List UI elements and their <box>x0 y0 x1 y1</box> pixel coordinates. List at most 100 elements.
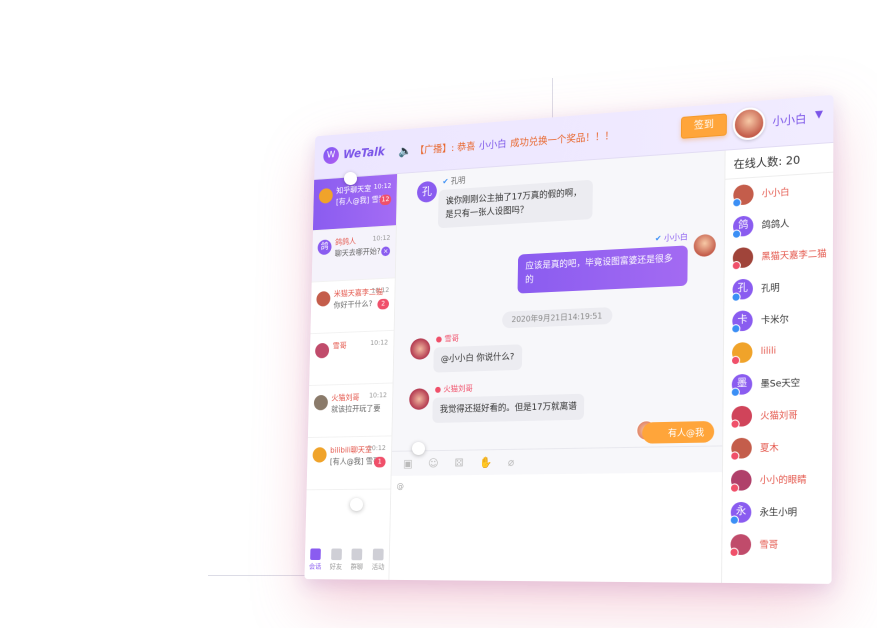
online-user[interactable]: 孔孔明 <box>724 269 832 306</box>
bottom-nav: 会话 好友 群聊 活动 <box>304 541 389 580</box>
my-name[interactable]: 小小白 <box>772 110 806 129</box>
decorative-dot <box>350 498 363 511</box>
conversation-preview: 聊天去哪开始? <box>334 246 381 258</box>
tag-icon: ● <box>435 334 445 344</box>
close-icon[interactable]: × <box>381 246 391 257</box>
conversation-item[interactable]: 米猫天嘉李二猫 你好干什么? 10:12 2 <box>310 278 395 335</box>
gender-icon <box>731 323 741 334</box>
avatar[interactable] <box>693 233 716 258</box>
avatar[interactable] <box>410 337 431 360</box>
avatar[interactable] <box>409 388 430 410</box>
message-bubble: @小小白 你说什么? <box>433 344 522 373</box>
message-row: ✔ 小小白 应该是真的吧，毕竟设图富婆还是很多的 <box>395 229 724 305</box>
nav-icon <box>372 548 384 561</box>
conversation-sidebar: 知乎聊天室 [有人@我] 雪猫：你好~ 10:12 12 鸽鸽鸽人 聊天去哪开始? 10:1… <box>304 173 398 580</box>
nav-item[interactable]: 活动 <box>371 548 385 572</box>
image-icon[interactable]: ▣ <box>402 457 413 470</box>
conversation-item[interactable]: 雪哥 10:12 <box>309 330 394 386</box>
avatar <box>318 187 333 204</box>
conversation-item[interactable]: 火猫刘哥 就该拉开玩了要 10:12 <box>307 383 393 439</box>
chevron-down-icon[interactable]: ▼ <box>815 109 823 121</box>
avatar: 鸽 <box>731 214 754 239</box>
message-input[interactable]: @ <box>389 472 722 583</box>
attach-icon[interactable]: ⌀ <box>505 456 516 469</box>
sender-name: 雪哥 <box>444 333 460 344</box>
conversation-name: 鸽鸽人 <box>334 236 357 247</box>
message-sender: ✔ 小小白 <box>655 231 688 244</box>
conversation-preview: [有人@我] 雪猫：你好~ <box>335 193 386 207</box>
broadcast-prefix: 【广播】: 恭喜 <box>415 141 476 157</box>
gender-icon <box>729 514 739 525</box>
app-logo[interactable]: W WeTalk <box>323 143 385 165</box>
tag-icon: ● <box>434 384 444 394</box>
online-user-name: 墨Se天空 <box>760 378 801 391</box>
avatar: 墨 <box>730 373 753 397</box>
app-name: WeTalk <box>343 144 385 162</box>
message-bubble: 我觉得还挺好看的。但是17万就离谱 <box>432 393 585 423</box>
nav-item[interactable]: 群聊 <box>350 548 364 572</box>
message-row: ● 雪哥 @小小白 你说什么? <box>394 321 724 382</box>
online-user-name: 黑猫天嘉李二猫 <box>761 249 827 263</box>
avatar: 卡 <box>731 309 753 334</box>
message-sender: ✔ 孔明 <box>442 175 465 187</box>
conversation-item[interactable]: bilibili聊天室 [有人@我] 雪哥：来嘛 10:12 1 <box>306 436 392 491</box>
nav-icon <box>330 548 342 561</box>
avatar <box>731 246 754 270</box>
verified-icon: ✔ <box>654 233 665 244</box>
unread-badge: 2 <box>377 298 390 310</box>
online-user[interactable]: 雪哥 <box>722 528 832 561</box>
gender-icon <box>730 418 740 429</box>
nav-item[interactable]: 会话 <box>309 548 322 571</box>
avatar <box>312 447 327 463</box>
online-user-list: 小小白鸽鸽鸽人 黑猫天嘉李二猫孔孔明卡卡米尔 lilili 墨墨Se天空 火猫刘哥 夏木小… <box>722 173 833 561</box>
checkin-button[interactable]: 签到 <box>680 113 727 139</box>
dice-icon[interactable]: ⚄ <box>453 457 464 470</box>
conversation-preview: [有人@我] 雪哥：来嘛 <box>329 456 380 467</box>
online-user[interactable]: 卡卡米尔 <box>724 301 833 337</box>
mention-jump-button[interactable]: 有人@我 <box>642 420 715 444</box>
emoji-icon[interactable]: ☺ <box>428 457 439 470</box>
online-user-name: 卡米尔 <box>760 314 789 327</box>
conversation-time: 10:12 <box>373 181 392 191</box>
avatar[interactable]: 孔 <box>416 180 438 203</box>
online-user-name: 雪哥 <box>759 540 779 551</box>
unread-badge: 12 <box>379 194 392 206</box>
online-user[interactable]: 黑猫天嘉李二猫 <box>725 237 833 274</box>
online-user[interactable]: 火猫刘哥 <box>723 398 832 433</box>
at-icon: @ <box>396 481 404 491</box>
unread-badge: 1 <box>373 456 386 468</box>
online-user[interactable]: 夏木 <box>723 430 832 464</box>
conversation-time: 10:12 <box>368 391 388 400</box>
nav-item[interactable]: 好友 <box>330 548 343 572</box>
gender-icon <box>730 386 740 397</box>
conversation-time: 10:12 <box>372 233 391 243</box>
gender-icon <box>731 260 741 270</box>
online-user-name: 永生小明 <box>759 507 798 519</box>
online-user-name: 小小的眼睛 <box>759 475 807 487</box>
avatar <box>316 290 331 307</box>
conversation-list: 知乎聊天室 [有人@我] 雪猫：你好~ 10:12 12 鸽鸽鸽人 聊天去哪开始? 10:1… <box>306 174 398 491</box>
online-user[interactable]: 永永生小明 <box>723 495 832 528</box>
conversation-time: 10:12 <box>367 444 386 453</box>
conversation-time: 10:12 <box>370 338 389 347</box>
conversation-item[interactable]: 鸽鸽鸽人 聊天去哪开始? 10:12 × <box>311 226 396 283</box>
nav-icon <box>310 548 321 561</box>
online-user[interactable]: 墨墨Se天空 <box>724 365 833 400</box>
broadcast-user[interactable]: 小小白 <box>479 135 507 152</box>
message-bubble: 应该是真的吧，毕竟设图富婆还是很多的 <box>517 245 688 294</box>
online-user[interactable]: lilili <box>724 333 833 369</box>
decorative-dot <box>412 442 425 455</box>
gender-icon <box>731 228 742 239</box>
like-icon[interactable]: ✋ <box>479 456 492 469</box>
online-user-name: 小小白 <box>761 187 790 200</box>
nav-label: 活动 <box>371 563 385 572</box>
sender-name: 火猫刘哥 <box>443 384 473 394</box>
avatar: 孔 <box>731 278 754 302</box>
my-avatar[interactable] <box>732 106 766 142</box>
sender-name: 孔明 <box>450 175 466 186</box>
gender-icon <box>730 355 741 365</box>
conversation-preview: 你好干什么? <box>333 299 373 310</box>
avatar <box>313 394 329 411</box>
online-user[interactable]: 小小的眼睛 <box>723 463 832 496</box>
nav-label: 群聊 <box>350 563 364 571</box>
